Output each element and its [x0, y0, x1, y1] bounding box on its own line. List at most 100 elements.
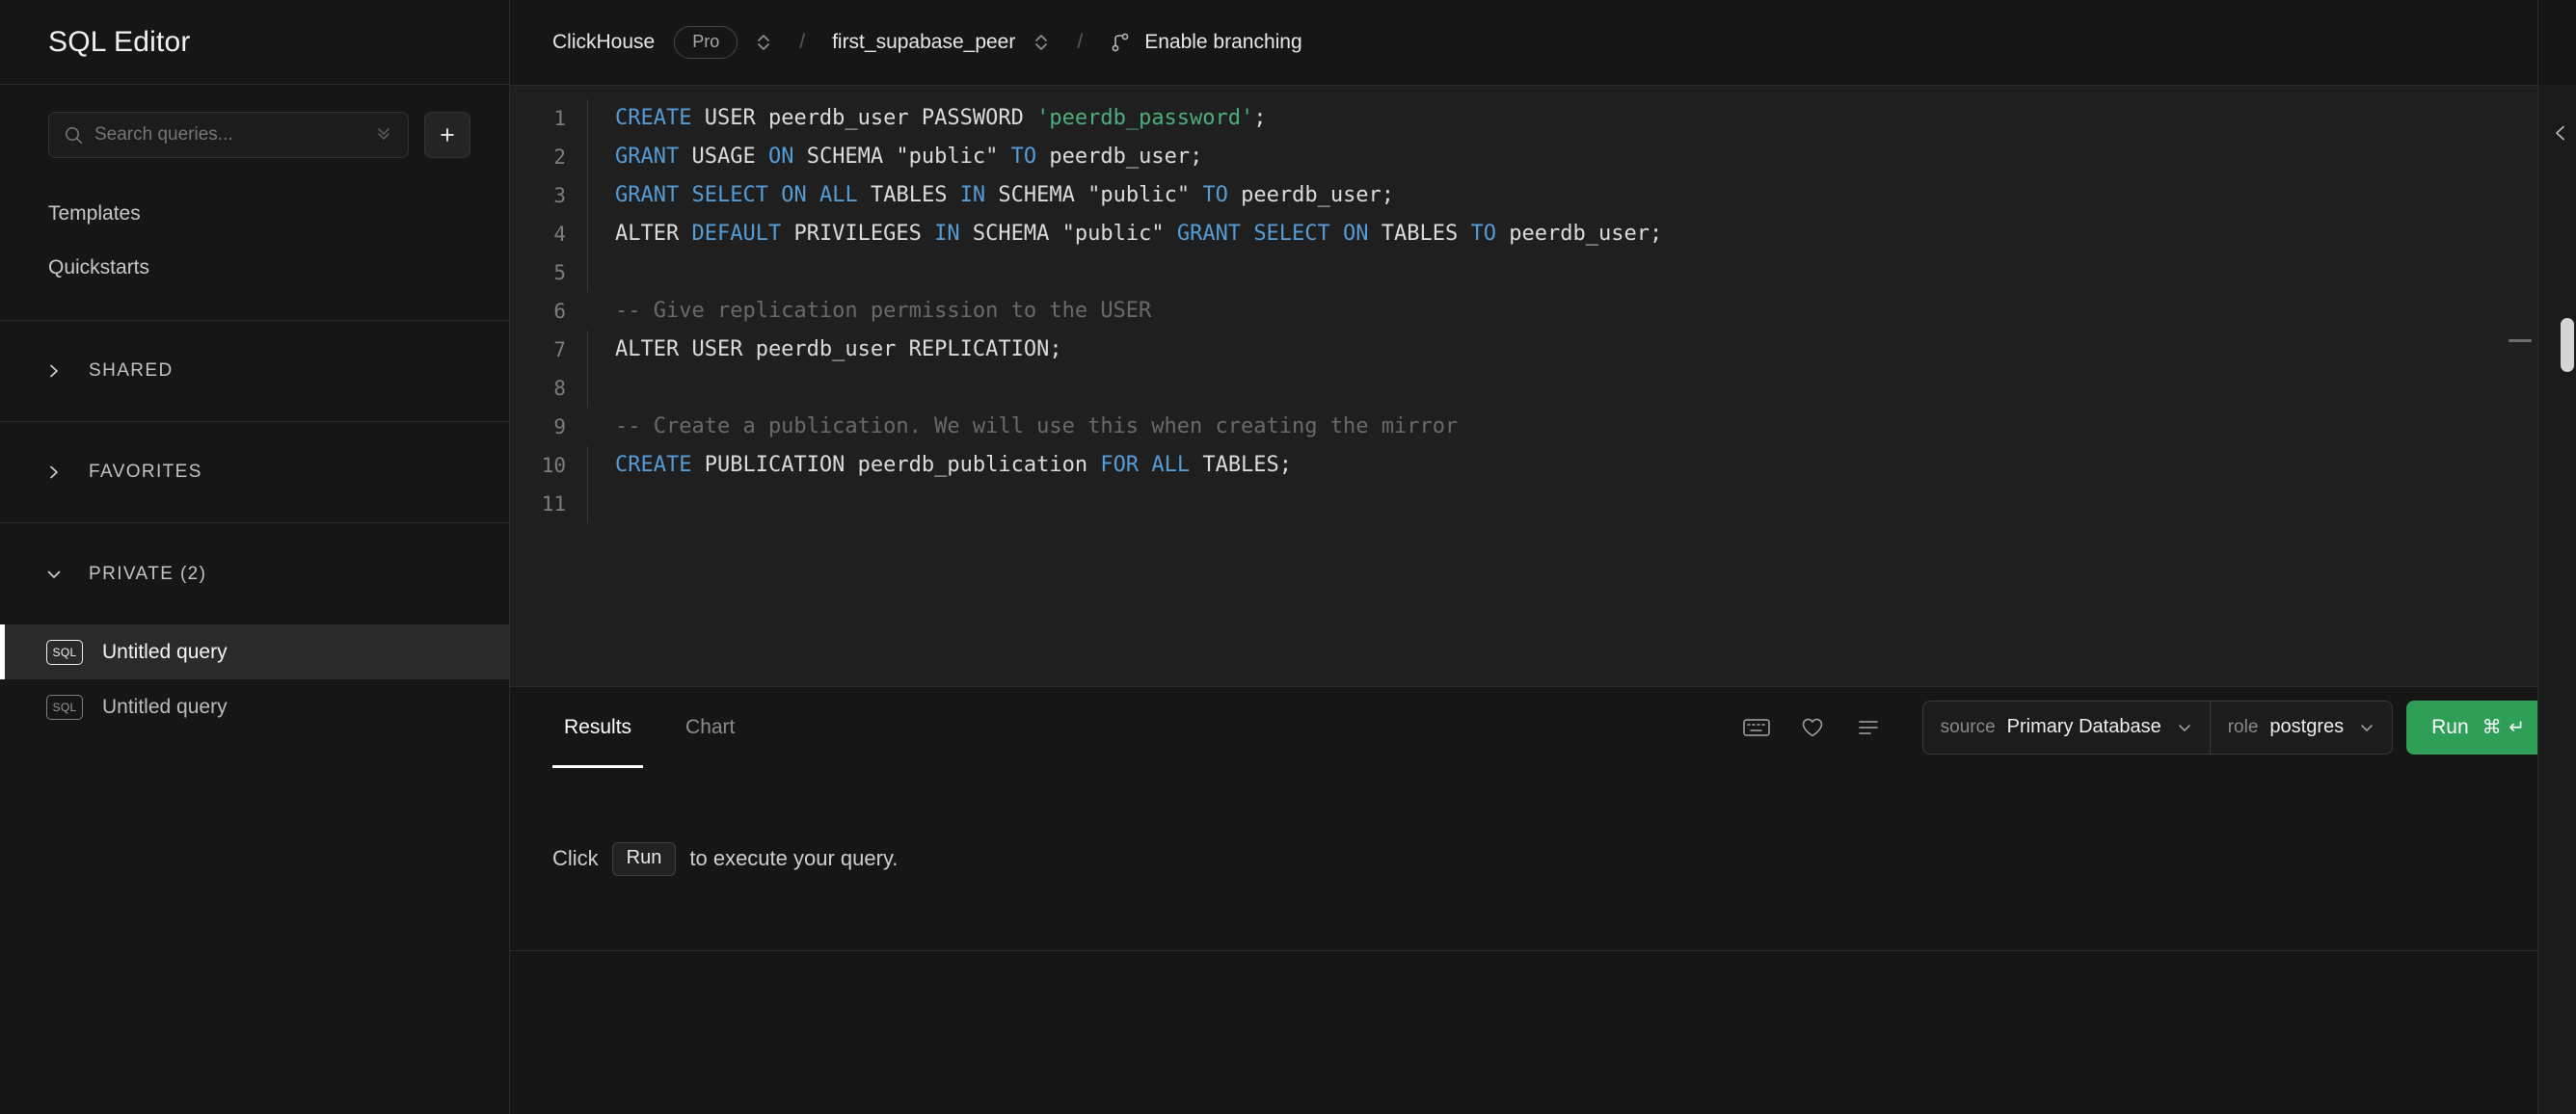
sidebar-group-shared[interactable]: SHARED: [0, 321, 509, 422]
chevron-right-icon: [46, 464, 62, 480]
code-text[interactable]: [587, 485, 2576, 523]
breadcrumb: ClickHouse Pro / first_supabase_peer / E…: [510, 0, 2576, 85]
code-token: GRANT: [615, 183, 680, 207]
source-label: source: [1940, 716, 1996, 737]
horizontal-scrollbar[interactable]: [2509, 339, 2532, 342]
sidebar: SQL Editor Search queries... + Templates…: [0, 0, 510, 1114]
sidebar-group-favorites[interactable]: FAVORITES: [0, 422, 509, 523]
git-branch-icon: [1110, 31, 1131, 54]
code-token: ALTER: [615, 222, 692, 246]
search-input[interactable]: Search queries...: [48, 112, 409, 158]
code-line[interactable]: 2 GRANT USAGE ON SCHEMA "public" TO peerd…: [510, 138, 2576, 176]
breadcrumb-database[interactable]: first_supabase_peer: [832, 31, 1015, 54]
code-token: SELECT: [691, 183, 768, 207]
right-rail: [2509, 0, 2576, 1114]
code-line[interactable]: 11: [510, 485, 2576, 523]
sidebar-item-templates[interactable]: Templates: [0, 187, 509, 241]
code-token: SCHEMA "public": [959, 222, 1177, 246]
code-token: -- Create a publication. We will use thi…: [615, 414, 1459, 438]
code-text[interactable]: CREATE PUBLICATION peerdb_publication FO…: [587, 446, 2576, 485]
code-line[interactable]: 9 -- Create a publication. We will use th…: [510, 408, 2576, 446]
keyboard-icon[interactable]: [1735, 706, 1778, 749]
page-title: SQL Editor: [48, 25, 191, 58]
role-selector[interactable]: role postgres: [2209, 701, 2392, 754]
results-panel: Click Run to execute your query.: [510, 767, 2576, 950]
list-icon[interactable]: [1847, 706, 1890, 749]
code-token: USER peerdb_user PASSWORD: [691, 106, 1037, 130]
breadcrumb-service[interactable]: ClickHouse: [552, 31, 655, 54]
code-line[interactable]: 8: [510, 369, 2576, 408]
code-line[interactable]: 6 -- Give replication permission to the U…: [510, 292, 2576, 331]
source-value: Primary Database: [2006, 716, 2161, 737]
line-number: 6: [553, 300, 566, 323]
chevrons-down-icon[interactable]: [373, 122, 394, 148]
hint-run-key: Run: [611, 841, 677, 876]
right-rail-strip[interactable]: [2538, 85, 2576, 1114]
list-item[interactable]: SQL Untitled query: [0, 679, 509, 734]
code-text[interactable]: ALTER DEFAULT PRIVILEGES IN SCHEMA "publ…: [587, 215, 2576, 253]
sql-file-icon: SQL: [46, 694, 83, 720]
chevron-right-icon: [46, 363, 62, 379]
code-text[interactable]: GRANT SELECT ON ALL TABLES IN SCHEMA "pu…: [587, 176, 2576, 215]
sidebar-group-label: FAVORITES: [89, 462, 202, 482]
heart-icon[interactable]: [1791, 706, 1834, 749]
run-shortcut: ⌘ ↵: [2482, 717, 2526, 738]
code-token: peerdb_user;: [1496, 222, 1663, 246]
code-text[interactable]: [587, 253, 2576, 292]
code-token: ALL: [818, 183, 858, 207]
run-button[interactable]: Run ⌘ ↵: [2406, 700, 2551, 755]
code-lines[interactable]: 1 CREATE USER peerdb_user PASSWORD 'peerd…: [510, 86, 2576, 523]
list-item[interactable]: SQL Untitled query: [0, 624, 509, 679]
sidebar-group-label: PRIVATE (2): [89, 563, 207, 584]
line-number: 10: [541, 454, 566, 477]
line-number: 9: [553, 415, 566, 438]
code-token: TO: [1202, 183, 1228, 207]
code-line[interactable]: 7 ALTER USER peerdb_user REPLICATION;: [510, 331, 2576, 369]
code-token: SCHEMA "public": [793, 145, 1011, 169]
sql-editor-app: SQL Editor Search queries... + Templates…: [0, 0, 2576, 1114]
source-selector[interactable]: source Primary Database: [1923, 702, 2210, 754]
tab-chart[interactable]: Chart: [674, 687, 746, 768]
tab-results[interactable]: Results: [552, 687, 644, 768]
code-token: PRIVILEGES: [781, 222, 935, 246]
code-token: GRANT: [1176, 222, 1242, 246]
code-line[interactable]: 10 CREATE PUBLICATION peerdb_publication …: [510, 446, 2576, 485]
code-token: peerdb_user;: [1036, 145, 1203, 169]
code-token: TABLES;: [1190, 453, 1293, 477]
line-number: 3: [553, 184, 566, 207]
chevron-up-down-icon[interactable]: [755, 30, 772, 55]
new-query-button[interactable]: +: [424, 112, 470, 158]
code-line[interactable]: 3 GRANT SELECT ON ALL TABLES IN SCHEMA "p…: [510, 176, 2576, 215]
code-text[interactable]: GRANT USAGE ON SCHEMA "public" TO peerdb…: [587, 138, 2576, 176]
chevron-left-icon[interactable]: [2551, 123, 2570, 147]
code-token: ALTER USER peerdb_user REPLICATION;: [615, 337, 1062, 361]
run-button-label: Run: [2431, 715, 2469, 738]
results-toolbar: Results Chart source Primary Database ro…: [510, 686, 2576, 768]
code-token: CREATE: [615, 453, 692, 477]
code-token: -- Give replication permission to the US…: [615, 299, 1152, 323]
editor-empty-space[interactable]: [510, 523, 2576, 686]
sidebar-item-quickstarts[interactable]: Quickstarts: [0, 241, 509, 295]
code-text[interactable]: [587, 369, 2576, 408]
code-token: ON: [1343, 222, 1369, 246]
line-number: 11: [541, 492, 566, 516]
code-line[interactable]: 5: [510, 253, 2576, 292]
code-editor[interactable]: 1 CREATE USER peerdb_user PASSWORD 'peerd…: [510, 85, 2576, 686]
code-text[interactable]: ALTER USER peerdb_user REPLICATION;: [587, 331, 2576, 369]
sidebar-group-private[interactable]: PRIVATE (2): [0, 523, 509, 624]
code-text[interactable]: CREATE USER peerdb_user PASSWORD 'peerdb…: [587, 99, 2576, 138]
breadcrumb-separator: /: [1077, 31, 1084, 53]
code-line[interactable]: 4 ALTER DEFAULT PRIVILEGES IN SCHEMA "pub…: [510, 215, 2576, 253]
code-text[interactable]: -- Create a publication. We will use thi…: [587, 408, 2576, 446]
code-token: peerdb_user;: [1227, 183, 1395, 207]
vertical-scrollbar[interactable]: [2561, 318, 2574, 372]
chevron-up-down-icon[interactable]: [1033, 30, 1050, 55]
code-line[interactable]: 1 CREATE USER peerdb_user PASSWORD 'peerd…: [510, 99, 2576, 138]
enable-branching-link[interactable]: Enable branching: [1144, 31, 1301, 54]
chevron-down-icon: [46, 567, 62, 582]
code-token: TABLES: [857, 183, 960, 207]
code-token: ;: [1253, 106, 1267, 130]
code-text[interactable]: -- Give replication permission to the US…: [587, 292, 2576, 331]
